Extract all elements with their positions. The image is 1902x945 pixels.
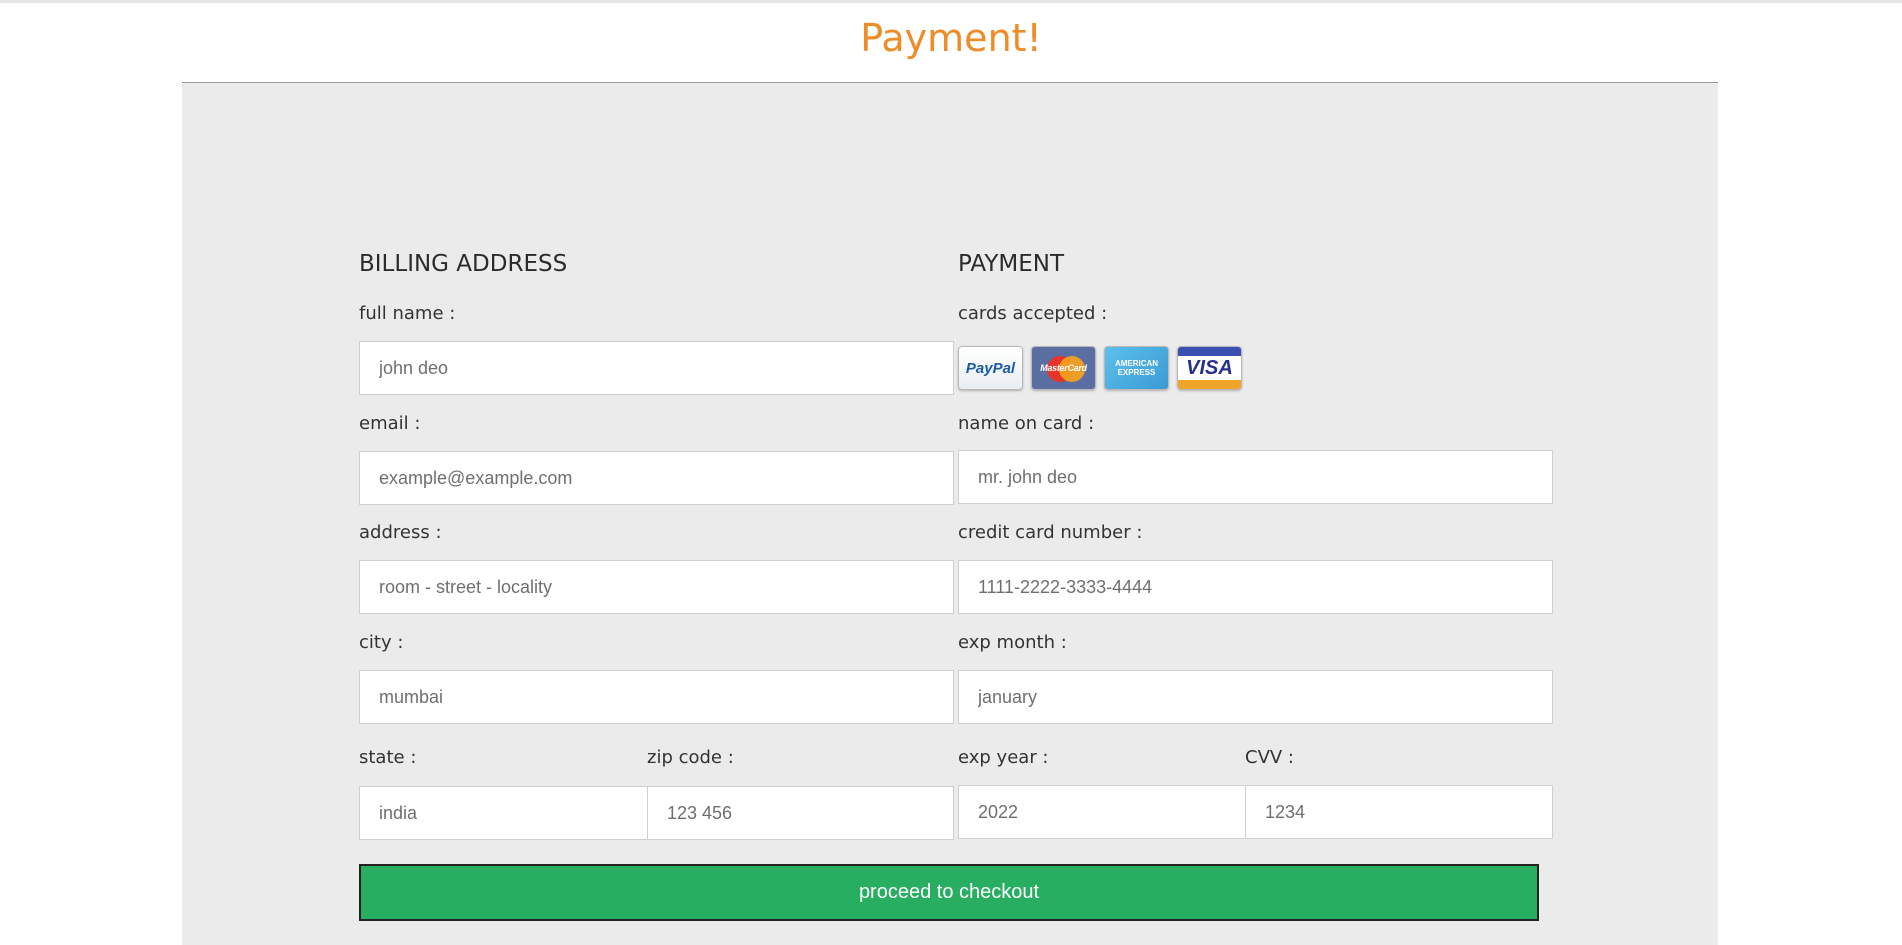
address-input[interactable] <box>359 560 954 614</box>
mastercard-text: MasterCard <box>1040 363 1087 373</box>
billing-heading: BILLING ADDRESS <box>359 251 568 277</box>
state-input[interactable] <box>359 786 648 840</box>
american-express-icon: AMERICAN EXPRESS <box>1104 346 1169 390</box>
payment-heading: PAYMENT <box>958 251 1065 277</box>
proceed-to-checkout-button[interactable]: proceed to checkout <box>359 864 1539 921</box>
paypal-icon: PayPal <box>958 346 1023 390</box>
visa-icon: VISA <box>1177 346 1242 390</box>
card-number-input[interactable] <box>958 560 1553 614</box>
cvv-input[interactable] <box>1245 785 1553 839</box>
mastercard-icon: MasterCard <box>1031 346 1096 390</box>
cvv-label: CVV : <box>1245 747 1294 768</box>
exp-month-label: exp month : <box>958 632 1067 653</box>
full-name-input[interactable] <box>359 341 954 395</box>
email-input[interactable] <box>359 451 954 505</box>
city-input[interactable] <box>359 670 954 724</box>
zip-code-input[interactable] <box>647 786 954 840</box>
full-name-label: full name : <box>359 303 456 324</box>
address-label: address : <box>359 522 442 543</box>
card-number-label: credit card number : <box>958 522 1143 543</box>
exp-year-input[interactable] <box>958 785 1246 839</box>
exp-month-input[interactable] <box>958 670 1553 724</box>
accepted-cards: PayPal MasterCard AMERICAN EXPRESS VISA <box>958 346 1242 392</box>
city-label: city : <box>359 632 404 653</box>
email-label: email : <box>359 413 421 434</box>
zip-code-label: zip code : <box>647 747 734 768</box>
cards-accepted-label: cards accepted : <box>958 303 1108 324</box>
exp-year-label: exp year : <box>958 747 1049 768</box>
page-title: Payment! <box>860 16 1042 60</box>
name-on-card-input[interactable] <box>958 450 1553 504</box>
checkout-form-panel: BILLING ADDRESS full name : email : addr… <box>182 82 1718 945</box>
state-label: state : <box>359 747 417 768</box>
top-border <box>0 0 1902 3</box>
name-on-card-label: name on card : <box>958 413 1095 434</box>
